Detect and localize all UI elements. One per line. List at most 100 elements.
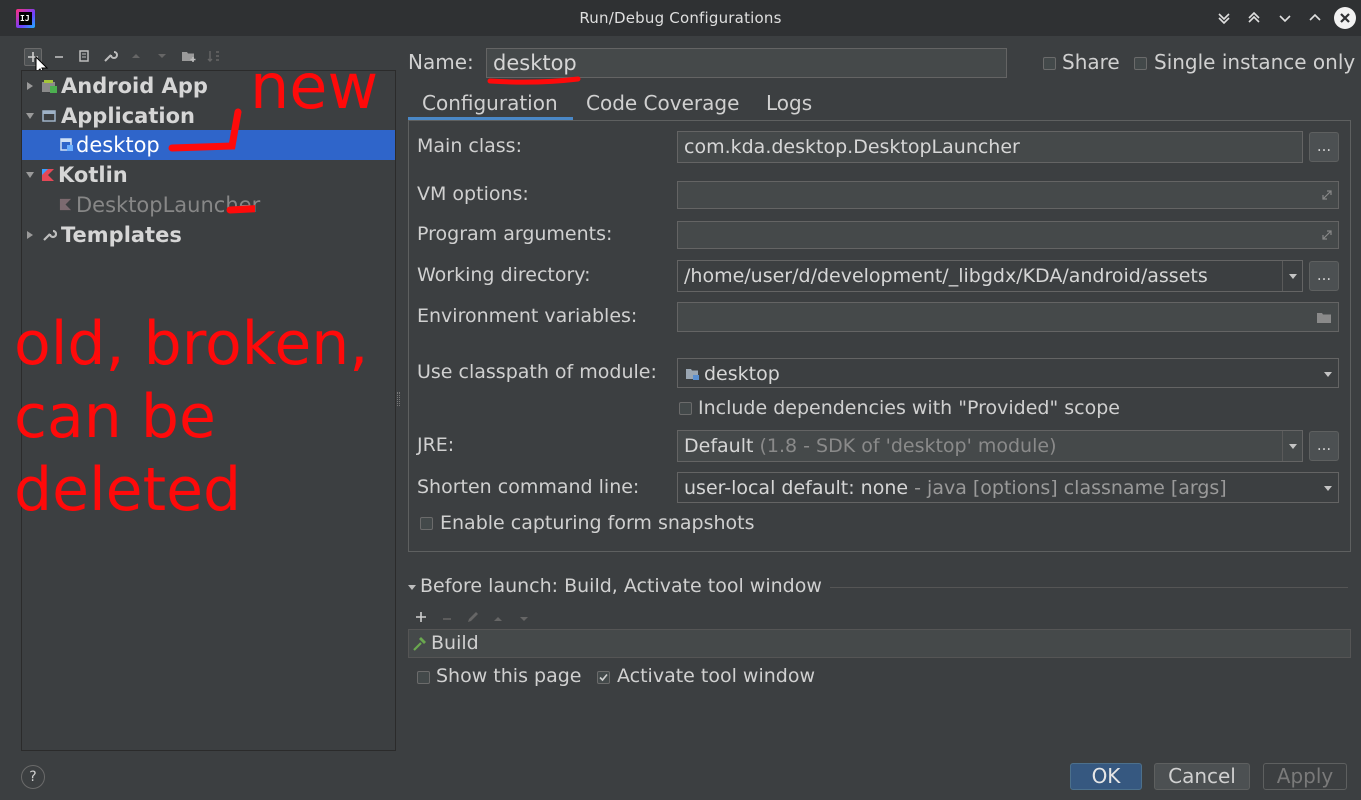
remove-task-button[interactable] — [441, 610, 453, 629]
include-dependencies-checkbox[interactable] — [679, 402, 692, 415]
classpath-module-select[interactable]: desktop — [677, 358, 1339, 388]
apply-button[interactable]: Apply — [1263, 763, 1347, 790]
before-launch-title[interactable]: Before launch: Build, Activate tool wind… — [420, 575, 822, 597]
collapse-all-icon[interactable] — [1213, 7, 1235, 29]
shorten-command-line-label: Shorten command line: — [417, 476, 640, 498]
share-checkbox[interactable] — [1043, 57, 1056, 70]
minimize-icon[interactable] — [1274, 7, 1296, 29]
checkmark-icon — [599, 673, 608, 682]
expand-icon[interactable] — [1321, 189, 1333, 201]
shorten-command-line-select[interactable]: user-local default: none - java [options… — [677, 472, 1339, 503]
help-button[interactable]: ? — [21, 765, 45, 789]
before-launch-task-list: Build — [408, 629, 1351, 658]
working-directory-dropdown[interactable] — [1282, 261, 1302, 291]
sort-icon — [207, 51, 219, 62]
program-arguments-input[interactable] — [677, 221, 1339, 249]
single-instance-checkbox[interactable] — [1134, 57, 1147, 70]
tab-logs[interactable]: Logs — [766, 86, 812, 120]
expand-icon[interactable] — [1321, 229, 1333, 241]
environment-variables-input[interactable] — [677, 302, 1339, 332]
arrow-down-icon — [158, 54, 166, 58]
plus-icon — [416, 612, 426, 622]
application-config-icon — [60, 138, 73, 151]
main-class-label: Main class: — [417, 135, 522, 157]
pencil-icon — [468, 612, 478, 622]
name-label: Name: — [408, 50, 474, 74]
module-folder-icon — [686, 369, 699, 380]
kotlin-icon — [59, 198, 72, 211]
move-up-button[interactable] — [128, 48, 146, 66]
title-bar: IJ Run/Debug Configurations — [0, 0, 1361, 36]
minus-icon — [443, 618, 451, 620]
edit-task-button[interactable] — [466, 609, 480, 628]
close-icon — [1340, 13, 1350, 23]
annotation-old-broken: old, broken, can be deleted — [14, 309, 369, 525]
edit-defaults-button[interactable] — [102, 48, 120, 66]
kotlin-icon — [42, 169, 54, 181]
move-task-up-button[interactable] — [492, 610, 504, 629]
move-task-down-button[interactable] — [518, 610, 530, 629]
annotation-strokes — [168, 108, 255, 214]
working-directory-label: Working directory: — [417, 264, 591, 286]
show-this-page-label: Show this page — [436, 665, 582, 687]
splitter-handle[interactable] — [397, 392, 400, 406]
capture-snapshots-checkbox[interactable] — [420, 517, 433, 530]
arrow-up-icon — [494, 617, 502, 621]
activate-tool-window-label: Activate tool window — [617, 665, 816, 687]
folder-icon — [182, 52, 196, 62]
classpath-module-label: Use classpath of module: — [417, 361, 657, 383]
maximize-icon[interactable] — [1304, 7, 1326, 29]
expand-all-icon[interactable] — [1243, 7, 1265, 29]
move-down-button[interactable] — [154, 48, 172, 66]
chevron-down-icon[interactable] — [407, 582, 417, 592]
remove-configuration-button[interactable] — [51, 48, 69, 66]
application-icon — [42, 110, 56, 122]
jre-label: JRE: — [417, 434, 455, 456]
arrow-up-icon — [132, 54, 140, 58]
sort-button[interactable] — [206, 48, 224, 66]
wrench-icon — [43, 229, 57, 241]
browse-working-directory-button[interactable]: ... — [1309, 261, 1339, 291]
browse-jre-button[interactable]: ... — [1309, 431, 1339, 461]
working-directory-input[interactable]: /home/user/d/development/_libgdx/KDA/and… — [677, 260, 1303, 292]
divider — [830, 587, 1348, 588]
minus-icon — [55, 56, 63, 58]
ok-button[interactable]: OK — [1070, 763, 1142, 790]
arrow-down-icon — [520, 617, 528, 621]
share-label: Share — [1062, 50, 1120, 74]
program-arguments-label: Program arguments: — [417, 223, 613, 245]
activate-tool-window-checkbox[interactable] — [597, 671, 610, 684]
capture-snapshots-label: Enable capturing form snapshots — [440, 512, 755, 534]
wrench-icon — [104, 51, 118, 62]
chevron-right-icon — [27, 82, 33, 90]
chevron-down-icon[interactable] — [1318, 473, 1338, 502]
single-instance-label: Single instance only — [1154, 50, 1356, 74]
add-task-button[interactable] — [414, 606, 430, 626]
chevron-right-icon — [27, 231, 33, 239]
hammer-icon — [413, 637, 426, 651]
create-folder-button[interactable] — [180, 48, 198, 66]
browse-main-class-button[interactable]: ... — [1309, 132, 1339, 162]
show-this-page-checkbox[interactable] — [417, 671, 430, 684]
vm-options-input[interactable] — [677, 181, 1339, 209]
window-title: Run/Debug Configurations — [579, 9, 782, 27]
environment-variables-label: Environment variables: — [417, 305, 638, 327]
close-button[interactable] — [1334, 7, 1356, 29]
tab-code-coverage[interactable]: Code Coverage — [586, 86, 739, 120]
jre-select[interactable]: Default (1.8 - SDK of 'desktop' module) — [677, 430, 1303, 462]
cancel-button[interactable]: Cancel — [1154, 763, 1250, 790]
annotation-new: new — [250, 50, 379, 123]
include-dependencies-label: Include dependencies with "Provided" sco… — [698, 397, 1120, 419]
jre-dropdown[interactable] — [1282, 431, 1302, 461]
android-app-icon — [42, 80, 57, 93]
tab-configuration[interactable]: Configuration — [408, 86, 573, 120]
copy-icon — [79, 50, 89, 62]
vm-options-label: VM options: — [417, 183, 529, 205]
chevron-down-icon — [26, 172, 34, 178]
chevron-down-icon — [26, 113, 34, 119]
list-item[interactable]: Build — [409, 630, 1350, 657]
chevron-down-icon[interactable] — [1318, 359, 1338, 387]
folder-icon[interactable] — [1316, 311, 1332, 324]
main-class-input[interactable]: com.kda.desktop.DesktopLauncher — [677, 131, 1303, 163]
copy-configuration-button[interactable] — [76, 48, 94, 66]
